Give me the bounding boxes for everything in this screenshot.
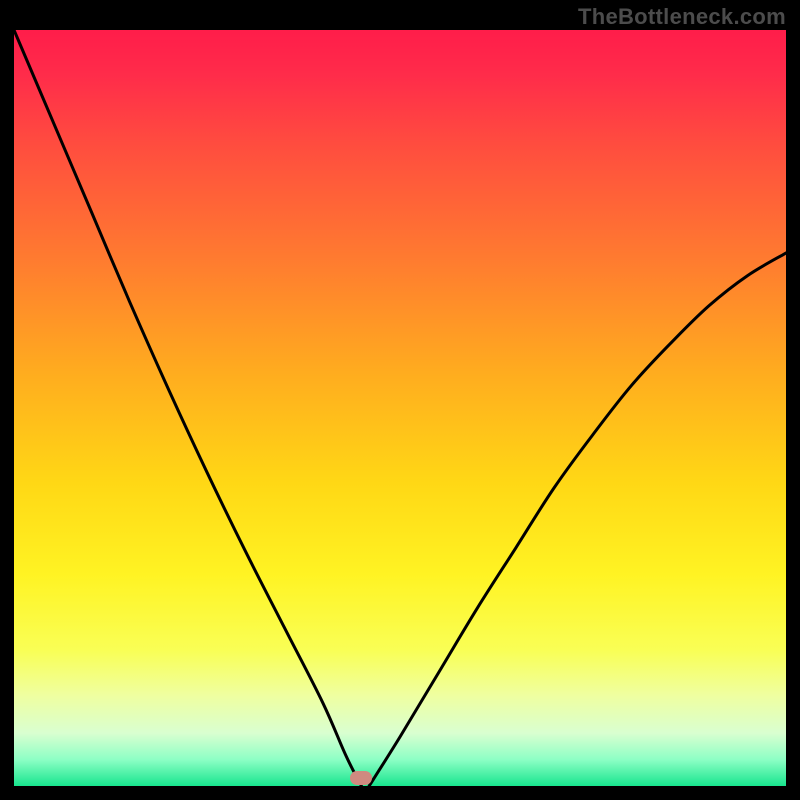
- gradient-rect: [14, 30, 786, 786]
- chart-frame: TheBottleneck.com: [0, 0, 800, 800]
- chart-svg: [14, 30, 786, 786]
- plot-area: [14, 30, 786, 786]
- bottleneck-marker: [350, 771, 372, 785]
- watermark-text: TheBottleneck.com: [578, 4, 786, 30]
